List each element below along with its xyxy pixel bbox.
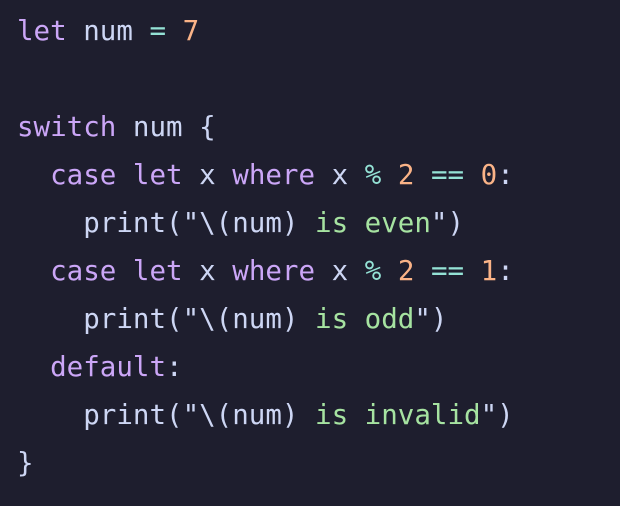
code-line: switch num { [17,107,620,155]
code-token-text: ") [414,303,448,335]
code-line: case let x where x % 2 == 0: [17,155,620,203]
code-token-keyword: case [50,159,117,191]
code-token-text: } [17,447,34,479]
code-token-operator: = [149,15,167,47]
code-token-operator: % [364,159,382,191]
code-token-text: print("\(num) [17,207,316,239]
code-token-keyword: where [232,159,316,191]
code-token-text: x [182,159,233,191]
code-token-keyword: switch [17,111,117,143]
code-token-string: is even [315,207,431,239]
code-line: default: [17,347,620,395]
code-token-text: x [315,255,365,287]
code-line: let num = 7 [17,11,620,59]
code-token-keyword: let [17,15,67,47]
code-token-text: print("\(num) [17,303,316,335]
code-line: } [17,443,620,491]
code-token-number: 7 [182,15,200,47]
code-token-text: ") [480,399,514,431]
code-token-text: : [497,159,514,191]
code-line: print("\(num) is odd") [17,299,620,347]
code-token-text: : [166,351,183,383]
code-token-number: 1 [480,255,498,287]
code-token-text: num { [116,111,216,143]
code-token-operator: == [430,159,465,191]
code-token-text: ") [430,207,465,239]
code-token-keyword: default [50,351,167,383]
code-token-text: x [315,159,365,191]
code-line: case let x where x % 2 == 1: [17,251,620,299]
code-token-text: print("\(num) [17,399,316,431]
code-token-operator: == [430,255,465,287]
code-block: let num = 7 switch num { case let x where… [17,11,620,491]
code-editor[interactable]: let num = 7 switch num { case let x where… [0,0,620,506]
code-line: print("\(num) is invalid") [17,395,620,443]
code-token-text: num [66,15,150,47]
code-token-number: 2 [397,159,415,191]
code-token-text: x [182,255,233,287]
code-token-keyword: where [232,255,316,287]
code-token-operator: % [364,255,382,287]
code-token-number: 0 [480,159,498,191]
code-token-number: 2 [397,255,415,287]
code-line: print("\(num) is even") [17,203,620,251]
code-token-keyword: let [132,255,183,287]
code-token-keyword: let [132,159,183,191]
code-token-string: is odd [315,303,415,335]
code-token-keyword: case [50,255,117,287]
code-token-string: is invalid [315,399,481,431]
code-token-text: : [497,255,514,287]
